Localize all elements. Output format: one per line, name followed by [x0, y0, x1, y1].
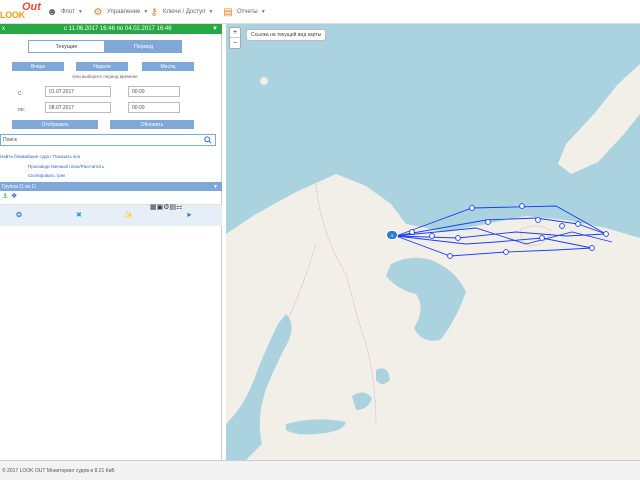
- mode-tabs: Текущие Период: [28, 40, 182, 53]
- group-header[interactable]: Группа (1 из 1) ▼: [0, 182, 222, 191]
- nav-fleet[interactable]: ☻ Флот ▼: [46, 4, 83, 20]
- track-icon[interactable]: ✨: [124, 211, 133, 219]
- nav-management[interactable]: ⚙ Управление ▼: [92, 4, 149, 20]
- settings-icon[interactable]: ❂: [16, 211, 22, 219]
- find-nearest-link[interactable]: Найти ближайшие суда / Показать все: [0, 154, 80, 159]
- key-icon: ⚷: [150, 6, 158, 18]
- from-date-input[interactable]: 01.07.2017: [45, 86, 111, 97]
- lookout-logo[interactable]: LOOK Out: [0, 1, 44, 23]
- map-link-box[interactable]: Ссылка на текущий вид карты: [246, 29, 327, 41]
- route-icon[interactable]: ➤: [186, 211, 192, 219]
- copy-track-link[interactable]: Скопировать трек: [28, 173, 65, 178]
- left-panel: x с 11.06.2017 16:46 по 04.02.2017 16:46…: [0, 24, 222, 460]
- toolbar-icons[interactable]: ▦▣⚙▤⚏: [150, 203, 182, 211]
- month-button[interactable]: Месяц: [142, 62, 194, 71]
- to-label: по:: [18, 107, 25, 113]
- week-button[interactable]: Неделя: [76, 62, 128, 71]
- to-time-input[interactable]: 00:00: [128, 102, 180, 113]
- zoom-out-button[interactable]: −: [230, 38, 240, 48]
- production-plan-link[interactable]: Производственный план/Рассчитать: [28, 164, 104, 169]
- show-button[interactable]: Отобразить: [12, 120, 98, 129]
- tab-current[interactable]: Текущие: [28, 40, 105, 53]
- vessel-icon[interactable]: ⚓: [2, 192, 8, 200]
- vessel-row[interactable]: ❂ ✖ ✨ ▦▣⚙▤⚏ ➤: [0, 204, 222, 226]
- gear-icon: ⚙: [93, 6, 103, 18]
- nav-keys[interactable]: ⚷ Ключи / Доступ ▼: [148, 4, 213, 20]
- tab-period[interactable]: Период: [105, 40, 182, 53]
- map-canvas[interactable]: [226, 24, 640, 460]
- to-date-input[interactable]: 08.07.2017: [45, 102, 111, 113]
- bear-island: [260, 77, 268, 85]
- nav-reports[interactable]: ▤ Отчеты ▼: [222, 4, 265, 20]
- search-icon[interactable]: [204, 136, 212, 144]
- group-icon-strip: ⚓ ❖: [2, 192, 42, 201]
- status-bar: © 2017 LOOK OUT Мониторинг судов и 8,21 …: [0, 460, 640, 480]
- zoom-in-button[interactable]: +: [230, 28, 240, 38]
- calendar-icon: ▤: [223, 6, 233, 18]
- from-time-input[interactable]: 00:00: [128, 86, 180, 97]
- period-hint: Или выберите период времени: [72, 74, 138, 79]
- map-view[interactable]: + − Ссылка на текущий вид карты ⚓: [226, 24, 640, 460]
- cancel-icon[interactable]: ✖: [76, 211, 82, 219]
- yesterday-button[interactable]: Вчера: [12, 62, 64, 71]
- route-icon[interactable]: ❖: [11, 192, 17, 200]
- zoom-control: + −: [229, 27, 241, 49]
- refresh-button[interactable]: Обновить: [110, 120, 194, 129]
- from-label: С:: [18, 91, 23, 97]
- novaya-zemlya-land: [558, 64, 640, 174]
- top-navbar: LOOK Out ☻ Флот ▼ ⚙ Управление ▼ ⚷ Ключи /…: [0, 0, 640, 24]
- period-title: с 11.06.2017 16:46 по 04.02.2017 16:46: [64, 26, 172, 32]
- close-icon[interactable]: x: [2, 26, 5, 32]
- user-icon: ☻: [46, 6, 58, 18]
- chevron-down-icon[interactable]: ▼: [213, 184, 218, 190]
- search-input[interactable]: Поиск: [0, 134, 216, 146]
- chevron-down-icon[interactable]: ▼: [212, 26, 218, 32]
- period-header: x с 11.06.2017 16:46 по 04.02.2017 16:46…: [0, 24, 222, 34]
- vessel-marker-icon[interactable]: ⚓: [386, 230, 398, 240]
